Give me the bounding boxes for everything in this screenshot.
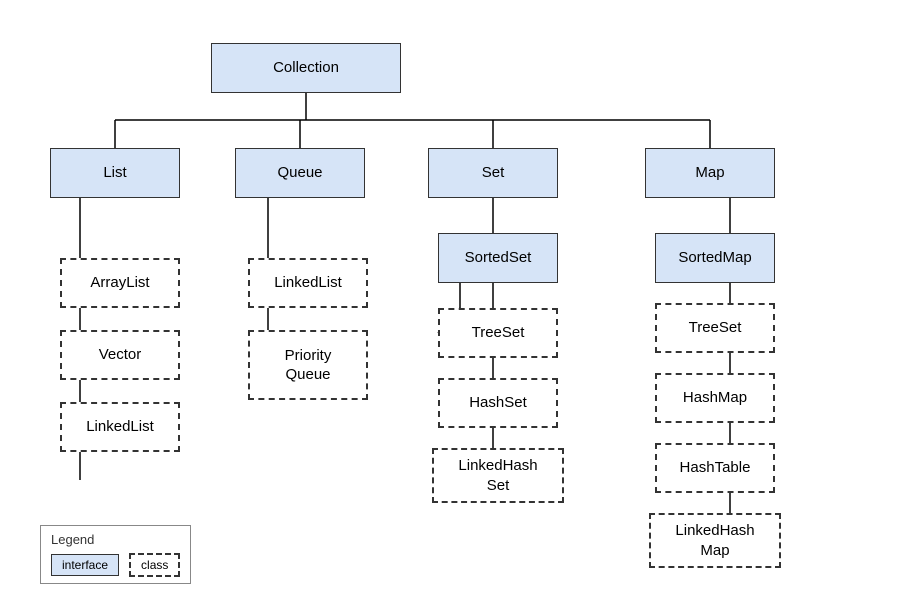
collection-node: Collection [211,43,401,93]
linkedhashmap-node: LinkedHash Map [649,513,781,568]
treeset-node: TreeSet [438,308,558,358]
hashset-node: HashSet [438,378,558,428]
hashmap-node: HashMap [655,373,775,423]
linkedlist-queue-node: LinkedList [248,258,368,308]
hashtable-node: HashTable [655,443,775,493]
treeset-map-node: TreeSet [655,303,775,353]
legend-class: class [129,553,180,577]
linkedhashset-node: LinkedHash Set [432,448,564,503]
list-node: List [50,148,180,198]
arraylist-node: ArrayList [60,258,180,308]
vector-node: Vector [60,330,180,380]
priority-queue-node: Priority Queue [248,330,368,400]
sortedset-node: SortedSet [438,233,558,283]
legend-title: Legend [51,532,180,547]
diagram: Collection List Queue Set Map ArrayList … [0,0,898,602]
legend-interface: interface [51,554,119,576]
map-node: Map [645,148,775,198]
queue-node: Queue [235,148,365,198]
legend-box: Legend interface class [40,525,191,584]
set-node: Set [428,148,558,198]
linkedlist-list-node: LinkedList [60,402,180,452]
legend-items: interface class [51,553,180,577]
sortedmap-node: SortedMap [655,233,775,283]
